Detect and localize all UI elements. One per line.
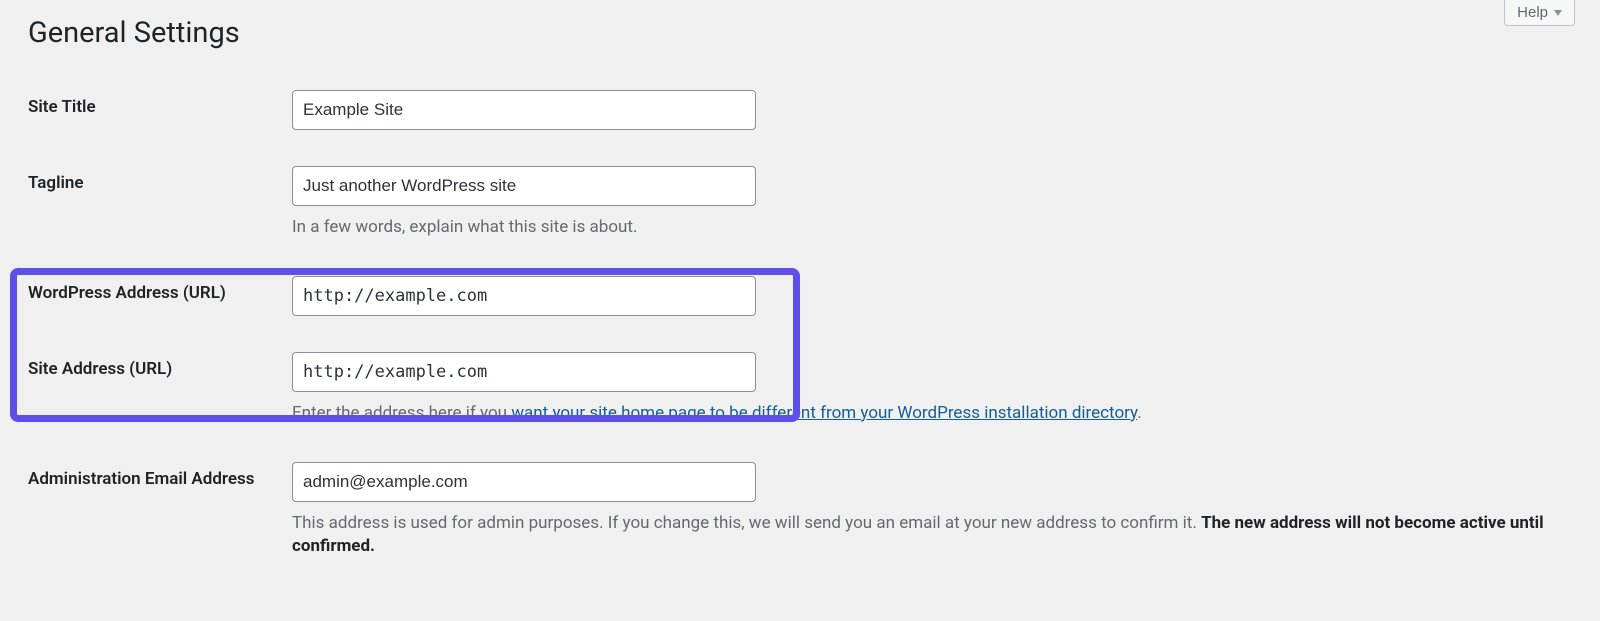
- help-button[interactable]: Help: [1504, 0, 1575, 26]
- tagline-label: Tagline: [28, 173, 84, 193]
- tagline-description: In a few words, explain what this site i…: [292, 216, 1572, 240]
- site-title-input[interactable]: [292, 90, 756, 130]
- page-title: General Settings: [0, 0, 1600, 62]
- site-address-description-suffix: .: [1137, 403, 1141, 423]
- site-address-description: Enter the address here if you want your …: [292, 402, 1572, 426]
- site-title-label: Site Title: [28, 97, 96, 117]
- admin-email-input[interactable]: [292, 462, 756, 502]
- site-address-description-prefix: Enter the address here if you: [292, 403, 511, 423]
- wordpress-address-input[interactable]: [292, 276, 756, 316]
- help-button-label: Help: [1517, 4, 1548, 21]
- site-address-description-link[interactable]: want your site home page to be different…: [511, 403, 1137, 423]
- chevron-down-icon: [1554, 10, 1562, 16]
- admin-email-description-prefix: This address is used for admin purposes.…: [292, 513, 1201, 533]
- wordpress-address-label: WordPress Address (URL): [28, 283, 226, 303]
- admin-email-label: Administration Email Address: [28, 469, 255, 489]
- site-address-label: Site Address (URL): [28, 359, 172, 379]
- site-address-input[interactable]: [292, 352, 756, 392]
- settings-form: Site Title Tagline In a few words, expla…: [0, 72, 1600, 577]
- admin-email-description: This address is used for admin purposes.…: [292, 512, 1572, 560]
- tagline-input[interactable]: [292, 166, 756, 206]
